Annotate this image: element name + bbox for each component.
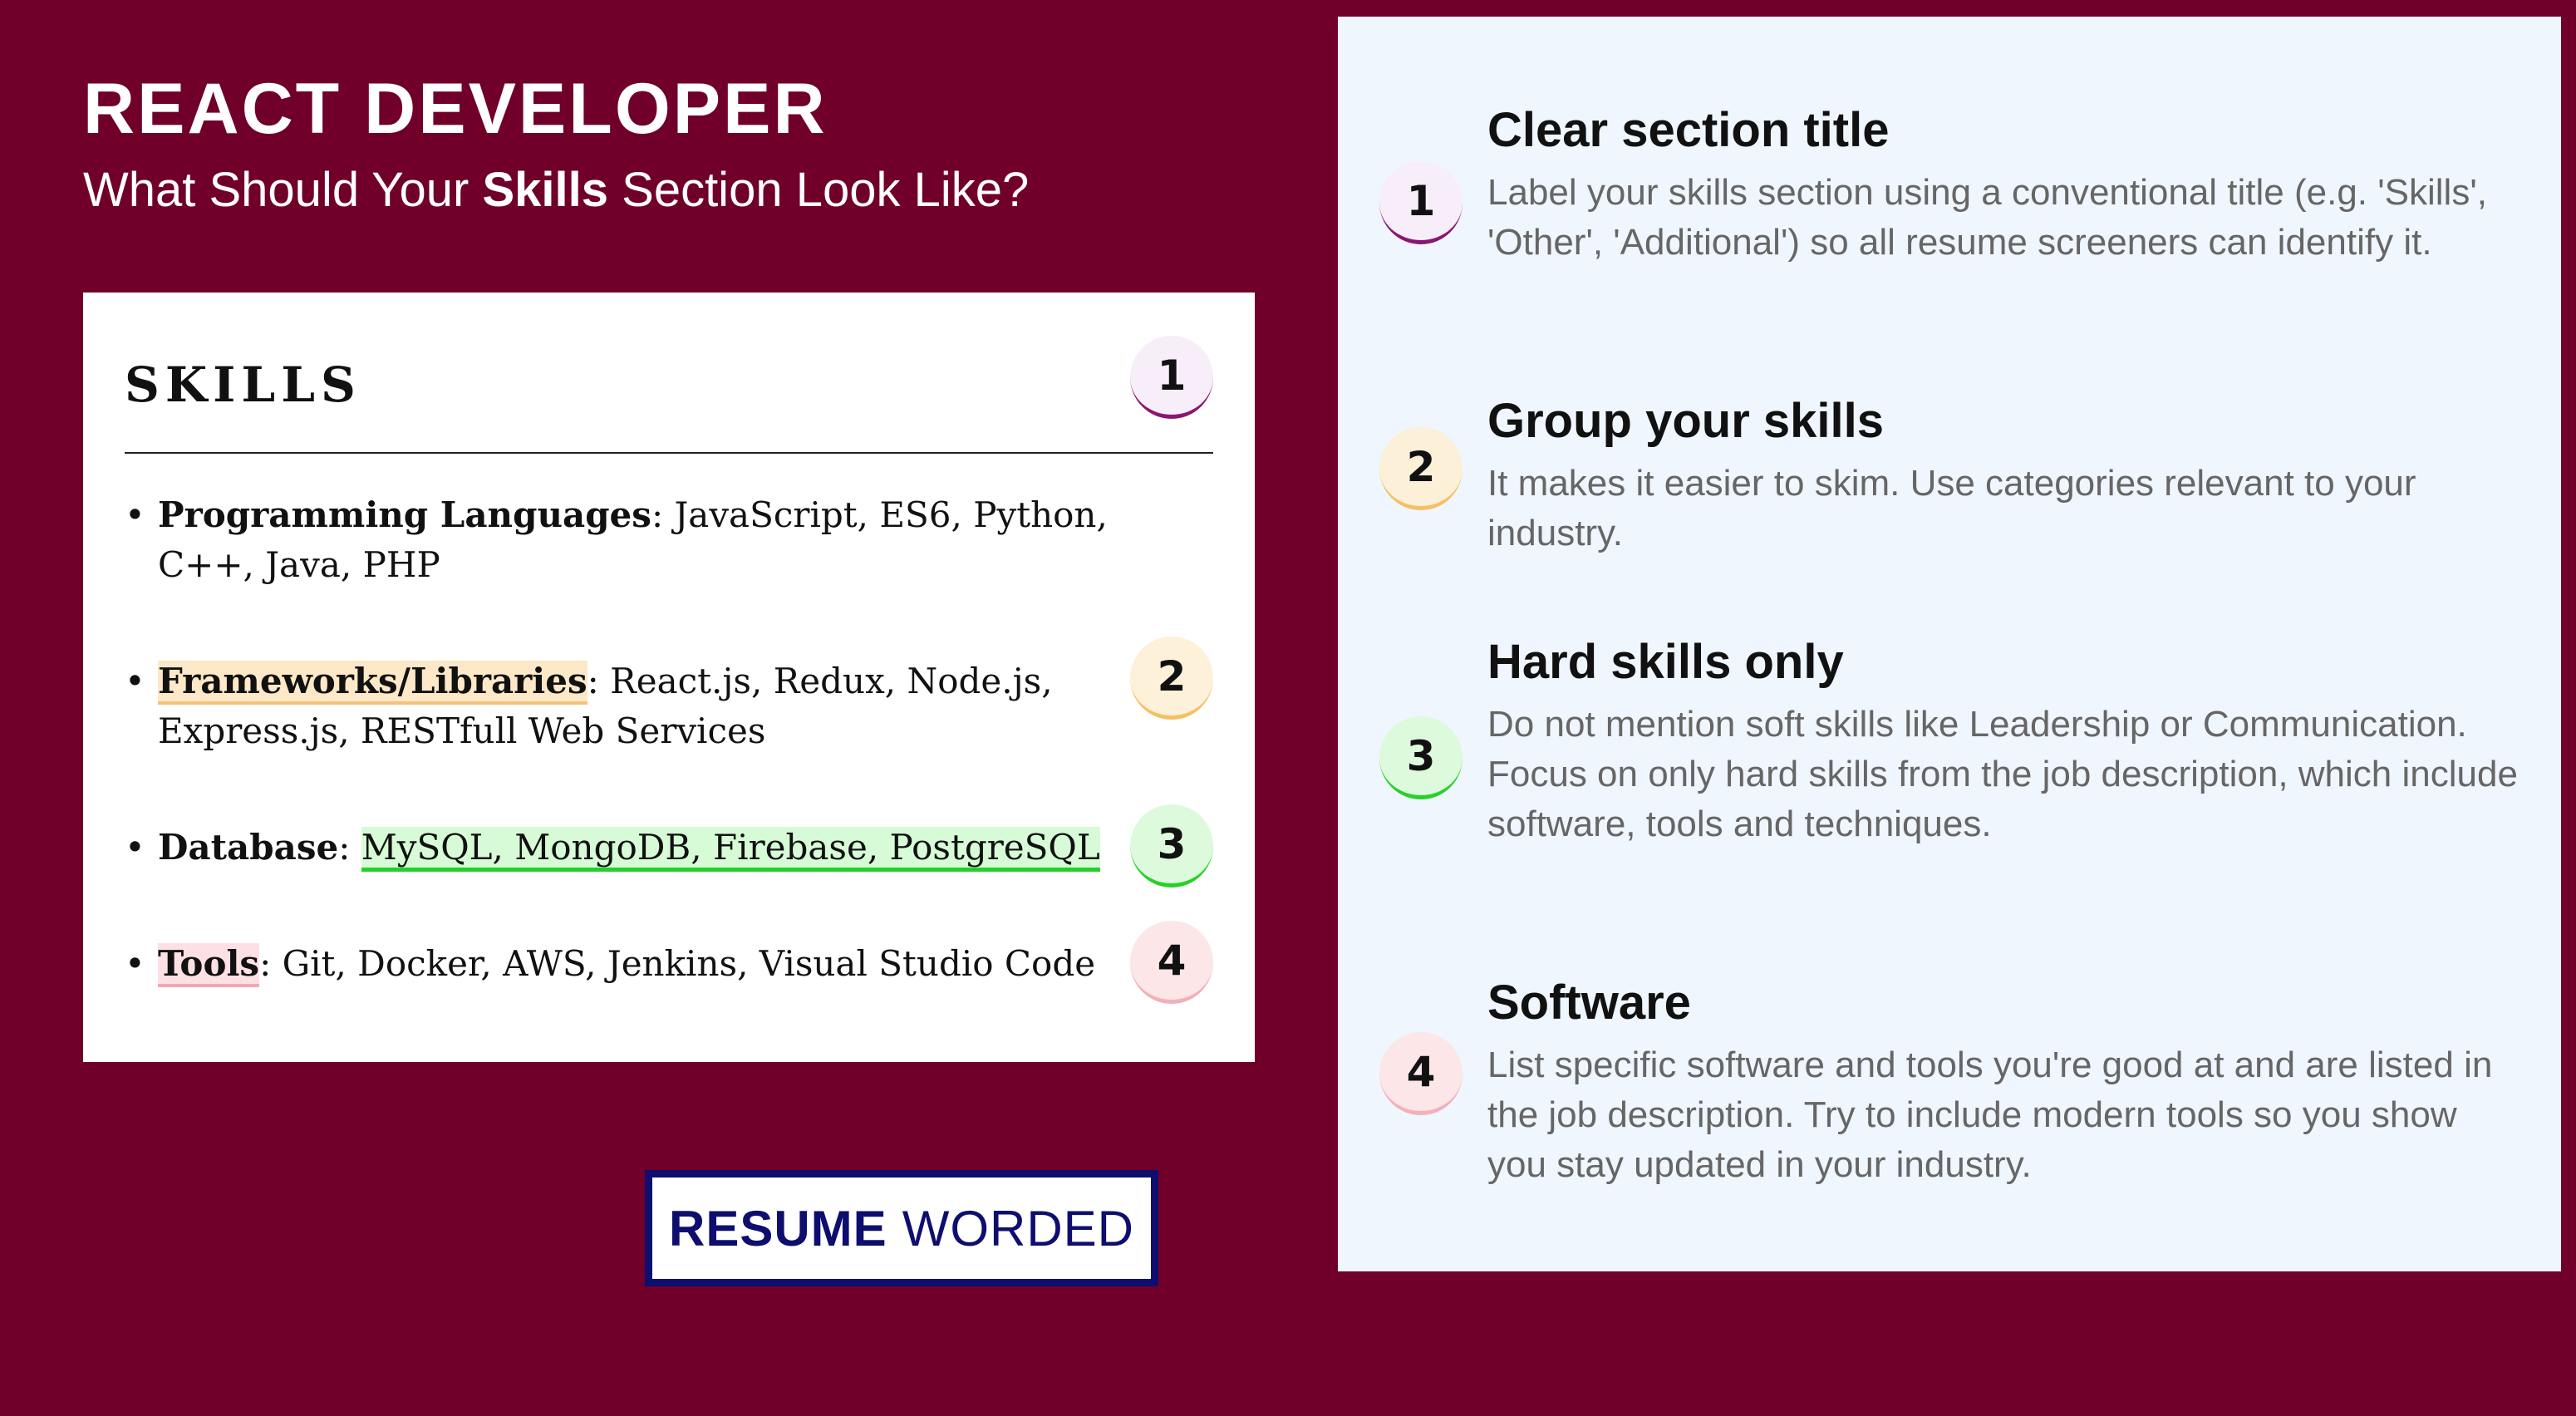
number-badge-1: 1	[1130, 336, 1213, 419]
number-badge-4: 4	[1130, 921, 1213, 1004]
skill-row-programming: • Programming Languages: JavaScript, ES6…	[125, 490, 1213, 590]
tip-body: It makes it easier to skim. Use categori…	[1487, 463, 2416, 553]
tip-body: Do not mention soft skills like Leadersh…	[1487, 704, 2518, 844]
number-badge-2: 2	[1130, 637, 1213, 720]
skill-category: Frameworks/Libraries	[158, 661, 587, 705]
tips-panel: 1 Clear section title Label your skills …	[1338, 17, 2561, 1271]
skill-list: Git, Docker, AWS, Jenkins, Visual Studio…	[282, 943, 1096, 984]
subtitle-part: Section Look Like?	[608, 163, 1030, 217]
subtitle-emphasis: Skills	[482, 163, 609, 217]
skill-row-database: • Database: MySQL, MongoDB, Firebase, Po…	[125, 823, 1213, 873]
tip-badge-3: 3	[1379, 716, 1463, 799]
skill-list: MySQL, MongoDB, Firebase, PostgreSQL	[361, 827, 1100, 872]
bullet: •	[125, 943, 145, 984]
tip-title: Software	[1487, 976, 1691, 1030]
skill-category: Tools	[158, 943, 260, 987]
number-badge-3: 3	[1130, 804, 1213, 887]
subtitle-part: What Should Your	[83, 163, 483, 217]
tip-body: Label your skills section using a conven…	[1487, 172, 2487, 263]
tip-title: Group your skills	[1487, 394, 1884, 448]
tip-title: Clear section title	[1487, 103, 1890, 157]
skill-separator: :	[587, 661, 611, 701]
bullet: •	[125, 661, 145, 701]
skill-separator: :	[259, 943, 283, 984]
skill-row-frameworks: • Frameworks/Libraries: React.js, Redux,…	[125, 656, 1213, 756]
resume-worded-logo: RESUME WORDED	[645, 1170, 1158, 1286]
logo-text-strong: RESUME	[668, 1200, 887, 1256]
tip-badge-1: 1	[1379, 161, 1463, 244]
tip-title: Hard skills only	[1487, 635, 1844, 689]
page-title: REACT DEVELOPER	[83, 69, 828, 149]
skills-example-card: SKILLS 1 • Programming Languages: JavaSc…	[83, 293, 1255, 1062]
bullet: •	[125, 827, 145, 868]
skills-heading: SKILLS	[125, 356, 361, 413]
skill-separator: :	[651, 494, 675, 535]
tip-item-3: Hard skills only Do not mention soft ski…	[1487, 638, 2518, 849]
tip-badge-2: 2	[1379, 427, 1463, 510]
heading-divider	[125, 452, 1213, 454]
skill-separator: :	[338, 827, 361, 868]
skill-category: Programming Languages	[158, 494, 651, 535]
bullet: •	[125, 494, 145, 535]
tip-item-4: Software List specific software and tool…	[1487, 979, 2518, 1190]
tip-badge-4: 4	[1379, 1032, 1463, 1115]
tip-item-2: Group your skills It makes it easier to …	[1487, 397, 2518, 558]
tip-item-1: Clear section title Label your skills se…	[1487, 106, 2518, 268]
skill-row-tools: • Tools: Git, Docker, AWS, Jenkins, Visu…	[125, 939, 1213, 989]
tip-body: List specific software and tools you're …	[1487, 1045, 2493, 1185]
page-subtitle: What Should Your Skills Section Look Lik…	[83, 166, 1029, 214]
skill-category: Database	[158, 827, 339, 868]
logo-text-light: WORDED	[902, 1200, 1134, 1256]
